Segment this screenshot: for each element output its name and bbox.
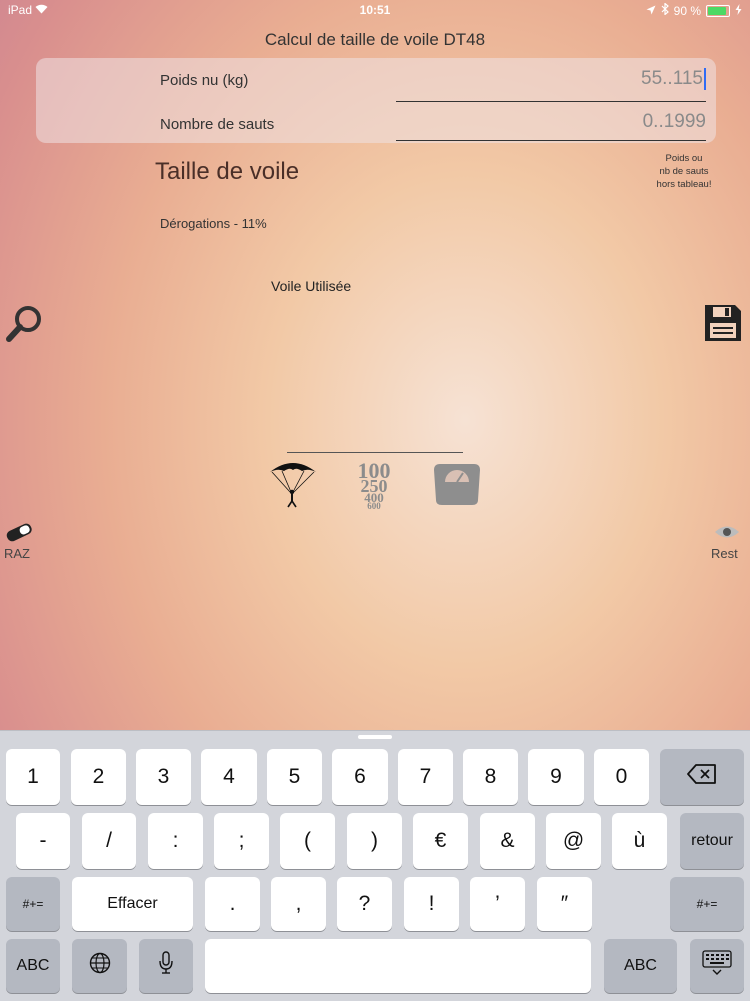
key-ampersand[interactable]: &	[480, 813, 535, 869]
status-bar-right: 90 %	[646, 2, 742, 18]
shift-symbols-key-right[interactable]: #+=	[670, 877, 744, 931]
key-euro[interactable]: €	[413, 813, 468, 869]
derogations-text: Dérogations - 11%	[160, 216, 267, 231]
save-icon[interactable]	[704, 304, 742, 347]
weight-label: Poids nu (kg)	[160, 72, 249, 89]
key-open-paren[interactable]: (	[280, 813, 335, 869]
warning-line: hors tableau!	[656, 179, 712, 190]
key-semicolon[interactable]: ;	[214, 813, 269, 869]
key-dash[interactable]: -	[16, 813, 70, 869]
microphone-icon	[158, 951, 174, 981]
return-key[interactable]: retour	[680, 813, 744, 869]
key-1[interactable]: 1	[6, 749, 60, 805]
key-8[interactable]: 8	[463, 749, 518, 805]
effacer-key[interactable]: Effacer	[72, 877, 193, 931]
key-7[interactable]: 7	[398, 749, 453, 805]
key-question[interactable]: ?	[337, 877, 392, 931]
globe-key[interactable]	[72, 939, 127, 993]
key-5[interactable]: 5	[267, 749, 322, 805]
battery-icon	[706, 4, 730, 17]
key-9[interactable]: 9	[528, 749, 584, 805]
weight-input[interactable]: 55..115	[406, 68, 706, 90]
search-icon[interactable]	[4, 304, 46, 349]
weight-underline	[396, 101, 706, 102]
input-panel: Poids nu (kg) 55..115 Nombre de sauts 0.…	[36, 58, 716, 143]
text-cursor	[704, 68, 706, 90]
jumps-count-icon[interactable]: 100 250 400 600	[346, 458, 402, 511]
key-close-paren[interactable]: )	[347, 813, 402, 869]
hide-keyboard-key[interactable]	[690, 939, 744, 993]
key-0[interactable]: 0	[594, 749, 649, 805]
bluetooth-icon	[661, 2, 669, 18]
key-double-prime[interactable]: ″	[537, 877, 592, 931]
backspace-icon	[687, 764, 717, 790]
jumps-label: Nombre de sauts	[160, 116, 275, 133]
key-at[interactable]: @	[546, 813, 601, 869]
keyboard: 1 2 3 4 5 6 7 8 9 0 - / : ; ( ) € & @ ù …	[0, 730, 750, 1001]
jumps-count-number: 600	[367, 501, 381, 510]
jumps-underline	[396, 140, 706, 141]
abc-key[interactable]: ABC	[6, 939, 60, 993]
key-comma[interactable]: ,	[271, 877, 326, 931]
key-2[interactable]: 2	[71, 749, 126, 805]
warning-line: Poids ou	[665, 153, 703, 164]
out-of-range-warning: Poids ou nb de sauts hors tableau!	[648, 152, 720, 191]
key-exclamation[interactable]: !	[404, 877, 459, 931]
key-u-grave[interactable]: ù	[612, 813, 667, 869]
status-time: 10:51	[359, 3, 391, 17]
abc-key-right[interactable]: ABC	[604, 939, 677, 993]
dictation-key[interactable]	[139, 939, 193, 993]
eye-icon[interactable]	[714, 524, 740, 545]
result-underline	[287, 452, 463, 453]
weight-input-text: 55..115	[641, 68, 703, 90]
shift-symbols-key[interactable]: #+=	[6, 877, 60, 931]
key-slash[interactable]: /	[82, 813, 136, 869]
app-title: Calcul de taille de voile DT48	[264, 30, 486, 49]
charging-icon	[735, 3, 742, 18]
warning-line: nb de sauts	[659, 166, 709, 177]
key-6[interactable]: 6	[332, 749, 388, 805]
result-title: Taille de voile	[155, 158, 300, 185]
globe-icon	[89, 952, 111, 980]
hide-keyboard-icon	[702, 950, 732, 982]
eraser-icon[interactable]	[4, 522, 34, 547]
key-4[interactable]: 4	[201, 749, 257, 805]
backspace-key[interactable]	[660, 749, 744, 805]
battery-percent: 90 %	[673, 3, 701, 18]
key-3[interactable]: 3	[136, 749, 191, 805]
space-key[interactable]	[205, 939, 591, 993]
jumps-input[interactable]: 0..1999	[406, 111, 706, 133]
parachute-icon[interactable]	[268, 460, 318, 513]
key-colon[interactable]: :	[148, 813, 203, 869]
keyboard-handle[interactable]	[358, 735, 392, 739]
key-period[interactable]: .	[205, 877, 260, 931]
raz-button[interactable]: RAZ	[4, 546, 30, 561]
jumps-input-text: 0..1999	[642, 111, 706, 132]
status-bar: iPad 10:51 90 %	[0, 0, 750, 22]
scale-icon[interactable]	[432, 462, 482, 511]
rest-button[interactable]: Rest	[711, 546, 738, 561]
location-icon	[646, 4, 656, 18]
voile-utilisee-label: Voile Utilisée	[271, 278, 352, 294]
key-apostrophe[interactable]: ’	[470, 877, 525, 931]
